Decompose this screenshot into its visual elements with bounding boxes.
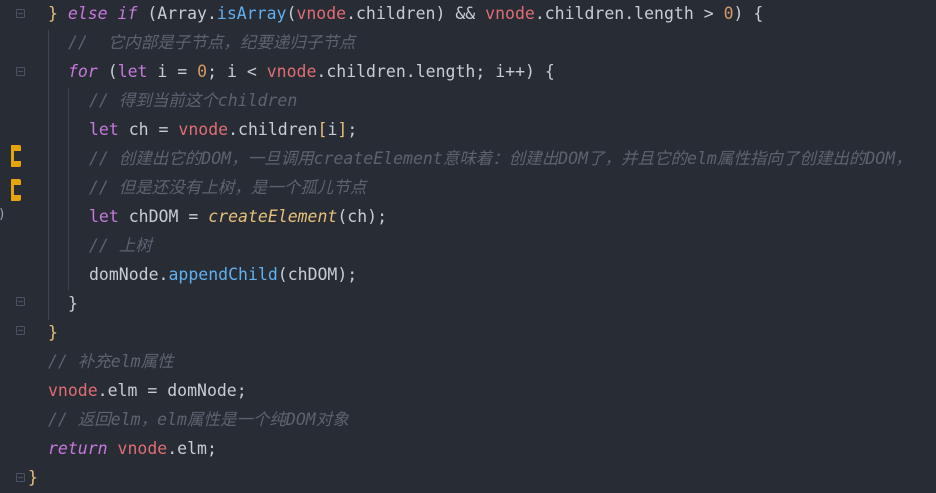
- code-token: // 返回elm，elm属性是一个纯DOM对象: [48, 410, 349, 429]
- fold-collapse-icon[interactable]: [16, 9, 25, 18]
- code-line[interactable]: let chDOM = createElement(ch);: [89, 205, 387, 229]
- indent-guide: [68, 88, 69, 290]
- bookmark-marker-icon[interactable]: [11, 179, 21, 201]
- code-token: }: [68, 294, 78, 313]
- code-line[interactable]: // 返回elm，elm属性是一个纯DOM对象: [48, 408, 349, 432]
- code-line[interactable]: vnode.elm = domNode;: [48, 379, 247, 403]
- code-line[interactable]: }: [68, 292, 78, 316]
- code-token: .children.length >: [534, 4, 724, 23]
- code-line[interactable]: // 得到当前这个children: [89, 89, 297, 113]
- code-token: vnode: [296, 4, 347, 23]
- code-line[interactable]: // 但是还没有上树，是一个孤儿节点: [89, 176, 366, 200]
- code-token: vnode: [48, 381, 98, 400]
- fold-expand-icon[interactable]: [16, 326, 25, 335]
- code-line[interactable]: // 它内部是子节点，纪要递归子节点: [68, 31, 355, 55]
- code-token: return: [48, 439, 108, 458]
- code-token: for: [68, 62, 98, 81]
- code-token: .elm;: [167, 439, 217, 458]
- code-token: ]: [337, 120, 348, 139]
- code-line[interactable]: }: [28, 466, 38, 490]
- code-token: // 补充elm属性: [48, 352, 174, 371]
- code-token: i =: [147, 62, 198, 81]
- code-token: }: [48, 323, 58, 342]
- code-token: // 创建出它的DOM，一旦调用createElement意味着：创建出DOM了…: [89, 149, 912, 168]
- code-token: domNode.: [89, 265, 169, 284]
- code-token: else if: [67, 4, 138, 23]
- code-token: .children) &&: [346, 4, 486, 23]
- code-token: (chDOM);: [277, 265, 358, 284]
- code-token: [: [317, 120, 328, 139]
- indent-guide: [48, 30, 49, 320]
- fold-collapse-icon[interactable]: [16, 67, 25, 76]
- code-token: ;: [347, 120, 358, 139]
- code-token: .elm = domNode;: [97, 381, 247, 400]
- code-line[interactable]: } else if (Array.isArray(vnode.children)…: [48, 2, 763, 26]
- code-token: createElement: [208, 207, 338, 226]
- code-line[interactable]: domNode.appendChild(chDOM);: [89, 263, 357, 287]
- code-token: // 但是还没有上树，是一个孤儿节点: [89, 178, 367, 197]
- fold-expand-icon[interactable]: [16, 473, 25, 482]
- code-editor[interactable]: ) } else if (Array.isArray(vnode.childre…: [0, 0, 936, 493]
- code-token: ) {: [733, 4, 764, 23]
- code-token: // 它内部是子节点，纪要递归子节点: [68, 33, 356, 52]
- code-token: i: [327, 120, 338, 139]
- code-line[interactable]: // 补充elm属性: [48, 350, 174, 374]
- code-token: chDOM =: [118, 207, 209, 226]
- code-token: let: [89, 207, 119, 226]
- code-token: (: [97, 62, 118, 81]
- code-token: vnode: [178, 120, 229, 139]
- gutter-edge-glyph: ): [0, 207, 6, 222]
- code-token: ch =: [118, 120, 179, 139]
- code-token: vnode: [117, 439, 168, 458]
- code-line[interactable]: return vnode.elm;: [48, 437, 217, 461]
- editor-gutter[interactable]: ): [0, 0, 42, 493]
- code-token: appendChild: [168, 265, 278, 284]
- code-token: ; i <: [207, 62, 267, 81]
- code-token: (Array.: [137, 4, 217, 23]
- code-line[interactable]: for (let i = 0; i < vnode.children.lengt…: [68, 60, 555, 84]
- fold-expand-icon[interactable]: [16, 297, 25, 306]
- code-token: .children: [228, 120, 318, 139]
- code-token: vnode: [485, 4, 535, 23]
- code-token: .children.length; i++) {: [316, 62, 555, 81]
- code-line[interactable]: // 创建出它的DOM，一旦调用createElement意味着：创建出DOM了…: [89, 147, 912, 171]
- code-token: 0: [197, 62, 208, 81]
- code-token: vnode: [266, 62, 317, 81]
- code-token: 0: [723, 4, 734, 23]
- code-token: (: [286, 4, 297, 23]
- code-token: }: [28, 468, 38, 487]
- code-line[interactable]: // 上树: [89, 234, 152, 258]
- code-token: let: [89, 120, 119, 139]
- code-line[interactable]: }: [48, 321, 58, 345]
- code-token: }: [48, 4, 68, 23]
- code-token: isArray: [216, 4, 287, 23]
- code-line[interactable]: let ch = vnode.children[i];: [89, 118, 357, 142]
- code-token: // 得到当前这个children: [89, 91, 298, 110]
- code-token: (ch);: [337, 207, 388, 226]
- bookmark-marker-icon[interactable]: [11, 145, 21, 167]
- code-token: // 上树: [89, 236, 152, 255]
- code-token: let: [117, 62, 148, 81]
